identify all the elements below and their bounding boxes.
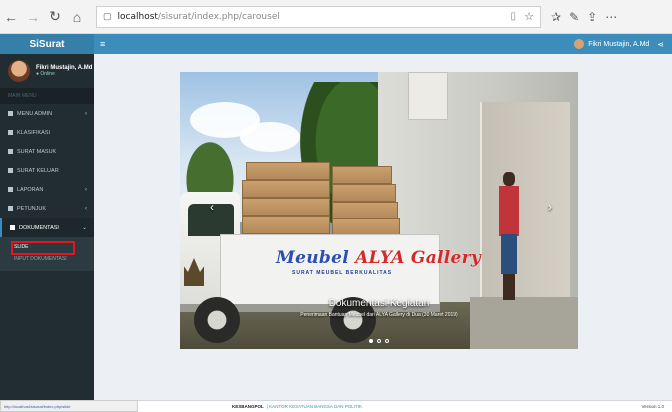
carousel-caption: Dokumentasi Kegiatan Penerimaan Bantuan … — [180, 298, 578, 318]
chevron-left-icon: ‹ — [85, 186, 87, 193]
notes-icon[interactable]: ✎ — [569, 10, 579, 24]
submenu-item-slide[interactable]: SLIDE — [0, 241, 94, 255]
sidebar-item-label: LAPORAN — [17, 186, 44, 193]
avatar — [8, 60, 30, 82]
footer-brand: KESBANGPOL — [232, 404, 264, 409]
footer: KESBANGPOL | KANTOR KESATUAN BANGSA DAN … — [94, 400, 672, 412]
sidebar-item-menu-admin[interactable]: MENU ADMIN ‹ — [0, 104, 94, 123]
footer-org-link[interactable]: | KANTOR KESATUAN BANGSA DAN POLITIK — [267, 404, 362, 409]
chevron-left-icon: ‹ — [85, 110, 87, 117]
carousel-indicator[interactable] — [369, 339, 373, 343]
share-icon[interactable]: ⇪ — [587, 10, 597, 24]
url-host: localhost — [117, 12, 158, 22]
sidebar-item-klasifikasi[interactable]: KLASIFIKASI — [0, 123, 94, 142]
crown-decal — [184, 258, 204, 286]
favorite-icon[interactable]: ☆ — [524, 10, 534, 23]
user-panel: Fikri Mustajin, A.Md ● Online — [0, 54, 94, 88]
photo-ac-unit — [408, 72, 448, 120]
chevron-down-icon: ⌄ — [81, 225, 87, 231]
truck-decal: Meubel ALYA Gallery — [276, 248, 482, 268]
status-bar-url: http://localhost/sisurat/index.php/slide — [0, 400, 138, 412]
chevron-left-icon: ‹ — [85, 205, 87, 212]
favorites-bar-icon[interactable]: ✰ — [551, 10, 561, 24]
menu-header: MAIN MENU — [0, 88, 94, 104]
sidebar-item-label: KLASIFIKASI — [17, 129, 51, 136]
image-carousel[interactable]: Meubel ALYA Gallery SURAT MEUBEL BERKUAL… — [180, 72, 578, 349]
online-status: ● Online — [36, 71, 55, 77]
sidebar-item-dokumentasi[interactable]: DOKUMENTASI ⌄ — [0, 218, 94, 237]
truck-decal-sub: SURAT MEUBEL BERKUALITAS — [292, 270, 393, 276]
photo-doorway — [480, 102, 570, 307]
report-icon — [8, 187, 13, 192]
app-header: SiSurat ≡ Fikri Mustajin, A.Md ⋖ — [0, 34, 672, 54]
user-menu[interactable]: Fikri Mustajin, A.Md ⋖ — [574, 34, 664, 54]
avatar — [574, 39, 585, 49]
sidebar-item-label: PETUNJUK — [17, 205, 47, 212]
mail-icon — [8, 168, 13, 173]
sidebar-toggle-icon[interactable]: ≡ — [100, 39, 105, 49]
refresh-icon[interactable]: ↻ — [44, 6, 66, 28]
page-icon: ▢ — [103, 11, 112, 21]
url-path: /sisurat/index.php/carousel — [157, 12, 280, 22]
sidebar-item-label: MENU ADMIN — [17, 110, 53, 117]
forward-icon[interactable]: → — [22, 6, 44, 28]
more-icon[interactable]: ⋯ — [605, 10, 617, 24]
user-icon — [8, 130, 13, 135]
app-logo[interactable]: SiSurat — [0, 34, 94, 54]
reading-view-icon[interactable]: ▯ — [510, 11, 516, 22]
caption-text: Penerimaan Bantuan Meubel dari ALYA Gall… — [300, 312, 458, 318]
browser-toolbar: ← → ↻ ⌂ ▢ localhost/sisurat/index.php/ca… — [0, 0, 672, 34]
footer-version: Version 1.0 — [641, 404, 664, 409]
photo-person — [498, 172, 520, 302]
main-content: Meubel ALYA Gallery SURAT MEUBEL BERKUAL… — [94, 54, 672, 400]
address-bar[interactable]: ▢ localhost/sisurat/index.php/carousel ▯… — [96, 5, 541, 28]
help-icon — [8, 206, 13, 211]
photo-boxes — [242, 162, 408, 236]
carousel-indicator[interactable] — [385, 339, 389, 343]
sidebar-item-label: DOKUMENTASI — [19, 224, 59, 231]
sidebar-item-label: SURAT MASUK — [17, 148, 57, 155]
sidebar-item-surat-masuk[interactable]: SURAT MASUK — [0, 142, 94, 161]
camera-icon — [10, 225, 15, 230]
sidebar-item-label: SURAT KELUAR — [17, 167, 59, 174]
back-icon[interactable]: ← — [0, 6, 22, 28]
sidebar-item-petunjuk[interactable]: PETUNJUK ‹ — [0, 199, 94, 218]
user-icon — [8, 111, 13, 116]
submenu-item-input-dokumentasi[interactable]: INPUT DOKUMENTASI — [0, 253, 94, 265]
mail-icon — [8, 149, 13, 154]
submenu-item-label: INPUT DOKUMENTASI — [14, 256, 67, 262]
sidebar-item-laporan[interactable]: LAPORAN ‹ — [0, 180, 94, 199]
photo-cloud — [240, 122, 300, 152]
carousel-next-icon[interactable]: › — [548, 200, 552, 214]
top-user-name: Fikri Mustajin, A.Md — [588, 40, 650, 48]
sidebar-item-surat-keluar[interactable]: SURAT KELUAR — [0, 161, 94, 180]
home-icon[interactable]: ⌂ — [66, 6, 88, 28]
caption-title: Dokumentasi Kegiatan — [328, 298, 430, 309]
share-alt-icon[interactable]: ⋖ — [657, 40, 664, 49]
sidebar: Fikri Mustajin, A.Md ● Online MAIN MENU … — [0, 54, 94, 400]
dokumentasi-submenu: SLIDE INPUT DOKUMENTASI — [0, 237, 94, 271]
carousel-prev-icon[interactable]: ‹ — [210, 200, 214, 214]
carousel-indicator[interactable] — [377, 339, 381, 343]
carousel-indicators — [180, 339, 578, 343]
